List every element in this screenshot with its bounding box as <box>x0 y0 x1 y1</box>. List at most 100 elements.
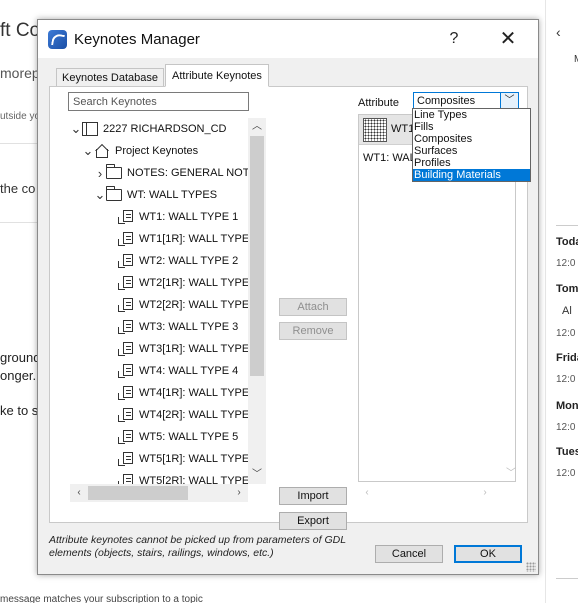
background-text-line: ground <box>0 350 41 365</box>
attribute-list-item[interactable]: WT1: WAL <box>363 152 416 164</box>
keynote-icon <box>118 430 134 444</box>
background-subheading: morep <box>0 65 40 81</box>
dropdown-option[interactable]: Line Types <box>413 109 530 121</box>
chevron-right-icon[interactable]: › <box>230 484 248 502</box>
tree-item-label: WT3[1R]: WALL TYPE <box>139 343 248 355</box>
background-text-line: onger. <box>0 368 37 383</box>
chevron-down-icon[interactable]: ﹀ <box>248 466 266 484</box>
day-label: Tues <box>556 446 578 458</box>
tab-keynotes-database[interactable]: Keynotes Database <box>56 68 165 87</box>
tree-item[interactable]: › NOTES: GENERAL NOT <box>94 162 248 184</box>
tab-attribute-keynotes[interactable]: Attribute Keynotes <box>165 64 269 87</box>
chevron-down-icon[interactable]: ﹀ <box>500 93 518 109</box>
day-label: Toda <box>556 236 578 248</box>
dropdown-option[interactable]: Building Materials <box>413 169 530 181</box>
keynotes-manager-dialog: Keynotes Manager ? ✕ Keynotes Database ⌄… <box>37 19 539 575</box>
day-label: Mon <box>556 400 578 412</box>
tree-item[interactable]: WT4: WALL TYPE 4 <box>106 360 238 382</box>
attribute-selected-value: Composites <box>417 95 476 107</box>
close-button[interactable]: ✕ <box>496 27 520 51</box>
export-button[interactable]: Export <box>279 512 347 530</box>
attribute-header-text: WT1 <box>391 123 415 135</box>
tree-item-label: WT4[2R]: WALL TYPE <box>139 409 248 421</box>
tree-item[interactable]: WT5[1R]: WALL TYPE <box>106 448 248 470</box>
tree-horizontal-scrollbar[interactable]: ‹ › <box>70 484 248 502</box>
keynote-icon <box>118 320 134 334</box>
keynote-database-icon <box>82 122 98 136</box>
help-button[interactable]: ? <box>442 27 466 51</box>
background-divider <box>0 222 37 223</box>
keynote-icon <box>118 298 134 312</box>
keynote-icon <box>118 474 134 484</box>
tree-item-label: WT2[1R]: WALL TYPE <box>139 277 248 289</box>
keynotes-tree[interactable]: ⌄ 2227 RICHARDSON_CD ⌄ Project Keynotes › NOT… <box>70 118 248 484</box>
tree-item[interactable]: WT4[1R]: WALL TYPE <box>106 382 248 404</box>
tree-item[interactable]: WT1: WALL TYPE 1 <box>106 206 238 228</box>
chevron-down-icon[interactable]: ﹀ <box>505 464 517 479</box>
folder-icon <box>106 186 122 201</box>
chevron-right-icon[interactable]: › <box>476 484 494 502</box>
event-time[interactable]: 12:0 <box>556 258 575 269</box>
fill-pattern-swatch <box>363 118 387 142</box>
folder-icon <box>106 164 122 179</box>
import-button[interactable]: Import <box>279 487 347 505</box>
keynote-icon <box>118 232 134 246</box>
tree-item-label: WT3: WALL TYPE 3 <box>139 321 239 333</box>
dropdown-option[interactable]: Composites <box>413 133 530 145</box>
tree-item[interactable]: WT5[2R]: WALL TYPE <box>106 470 248 484</box>
tree-item[interactable]: WT5: WALL TYPE 5 <box>106 426 238 448</box>
search-keynotes-input[interactable] <box>68 92 249 111</box>
keynote-icon <box>118 452 134 466</box>
scrollbar-thumb[interactable] <box>250 136 264 376</box>
tree-item[interactable]: WT1[1R]: WALL TYPE <box>106 228 248 250</box>
chevron-right-icon[interactable]: › <box>94 166 106 181</box>
background-text-line: ke to s <box>0 403 39 418</box>
event-time[interactable]: 12:0 <box>556 422 575 433</box>
ok-button[interactable]: OK <box>454 545 522 563</box>
chevron-left-icon[interactable]: ‹ <box>70 484 88 502</box>
day-label: Frida <box>556 352 578 364</box>
tree-item[interactable]: WT2[2R]: WALL TYPE <box>106 294 248 316</box>
chevron-left-icon[interactable]: ‹ <box>556 24 561 40</box>
tree-item[interactable]: WT3[1R]: WALL TYPE <box>106 338 248 360</box>
close-icon: ✕ <box>499 28 517 50</box>
resize-grip-icon[interactable] <box>526 562 536 572</box>
tree-item[interactable]: WT2: WALL TYPE 2 <box>106 250 238 272</box>
tree-item-label: WT: WALL TYPES <box>127 189 218 201</box>
event-title[interactable]: Al <box>562 305 572 317</box>
attach-button[interactable]: Attach <box>279 298 347 316</box>
chevron-down-icon[interactable]: ⌄ <box>70 122 82 135</box>
event-time[interactable]: 12:0 <box>556 468 575 479</box>
chevron-up-icon[interactable]: ︿ <box>248 118 266 136</box>
tree-item-label: WT2[2R]: WALL TYPE <box>139 299 248 311</box>
dropdown-option[interactable]: Surfaces <box>413 145 530 157</box>
cancel-button[interactable]: Cancel <box>375 545 443 563</box>
chevron-left-icon[interactable]: ‹ <box>358 484 376 502</box>
chevron-down-icon[interactable]: ⌄ <box>82 144 94 157</box>
chevron-down-icon[interactable]: ⌄ <box>94 188 106 201</box>
title-bar[interactable]: Keynotes Manager ? ✕ <box>38 20 538 58</box>
event-time[interactable]: 12:0 <box>556 374 575 385</box>
tree-vertical-scrollbar[interactable]: ︿ ﹀ <box>248 118 266 484</box>
attribute-type-dropdown[interactable]: Line Types Fills Composites Surfaces Profile… <box>412 108 531 182</box>
keynote-icon <box>118 276 134 290</box>
tree-item[interactable]: WT3: WALL TYPE 3 <box>106 316 238 338</box>
attribute-horizontal-scrollbar[interactable]: ‹ › <box>358 484 516 502</box>
keynote-icon <box>118 408 134 422</box>
tree-item[interactable]: WT2[1R]: WALL TYPE <box>106 272 248 294</box>
tree-item-label: WT1[1R]: WALL TYPE <box>139 233 248 245</box>
tree-item[interactable]: WT4[2R]: WALL TYPE <box>106 404 248 426</box>
tree-item-label: WT1: WALL TYPE 1 <box>139 211 239 223</box>
tree-item[interactable]: ⌄ 2227 RICHARDSON_CD <box>70 118 226 140</box>
tree-item[interactable]: ⌄ Project Keynotes <box>82 140 198 162</box>
background-outside-text: utside yo <box>0 111 41 122</box>
remove-button[interactable]: Remove <box>279 322 347 340</box>
tree-item[interactable]: ⌄ WT: WALL TYPES <box>94 184 217 206</box>
scrollbar-thumb[interactable] <box>88 486 188 500</box>
event-time[interactable]: 12:0 <box>556 328 575 339</box>
archicad-app-icon <box>48 30 67 49</box>
dropdown-option[interactable]: Fills <box>413 121 530 133</box>
dropdown-option[interactable]: Profiles <box>413 157 530 169</box>
tree-item-label: WT4[1R]: WALL TYPE <box>139 387 248 399</box>
keynote-icon <box>118 364 134 378</box>
